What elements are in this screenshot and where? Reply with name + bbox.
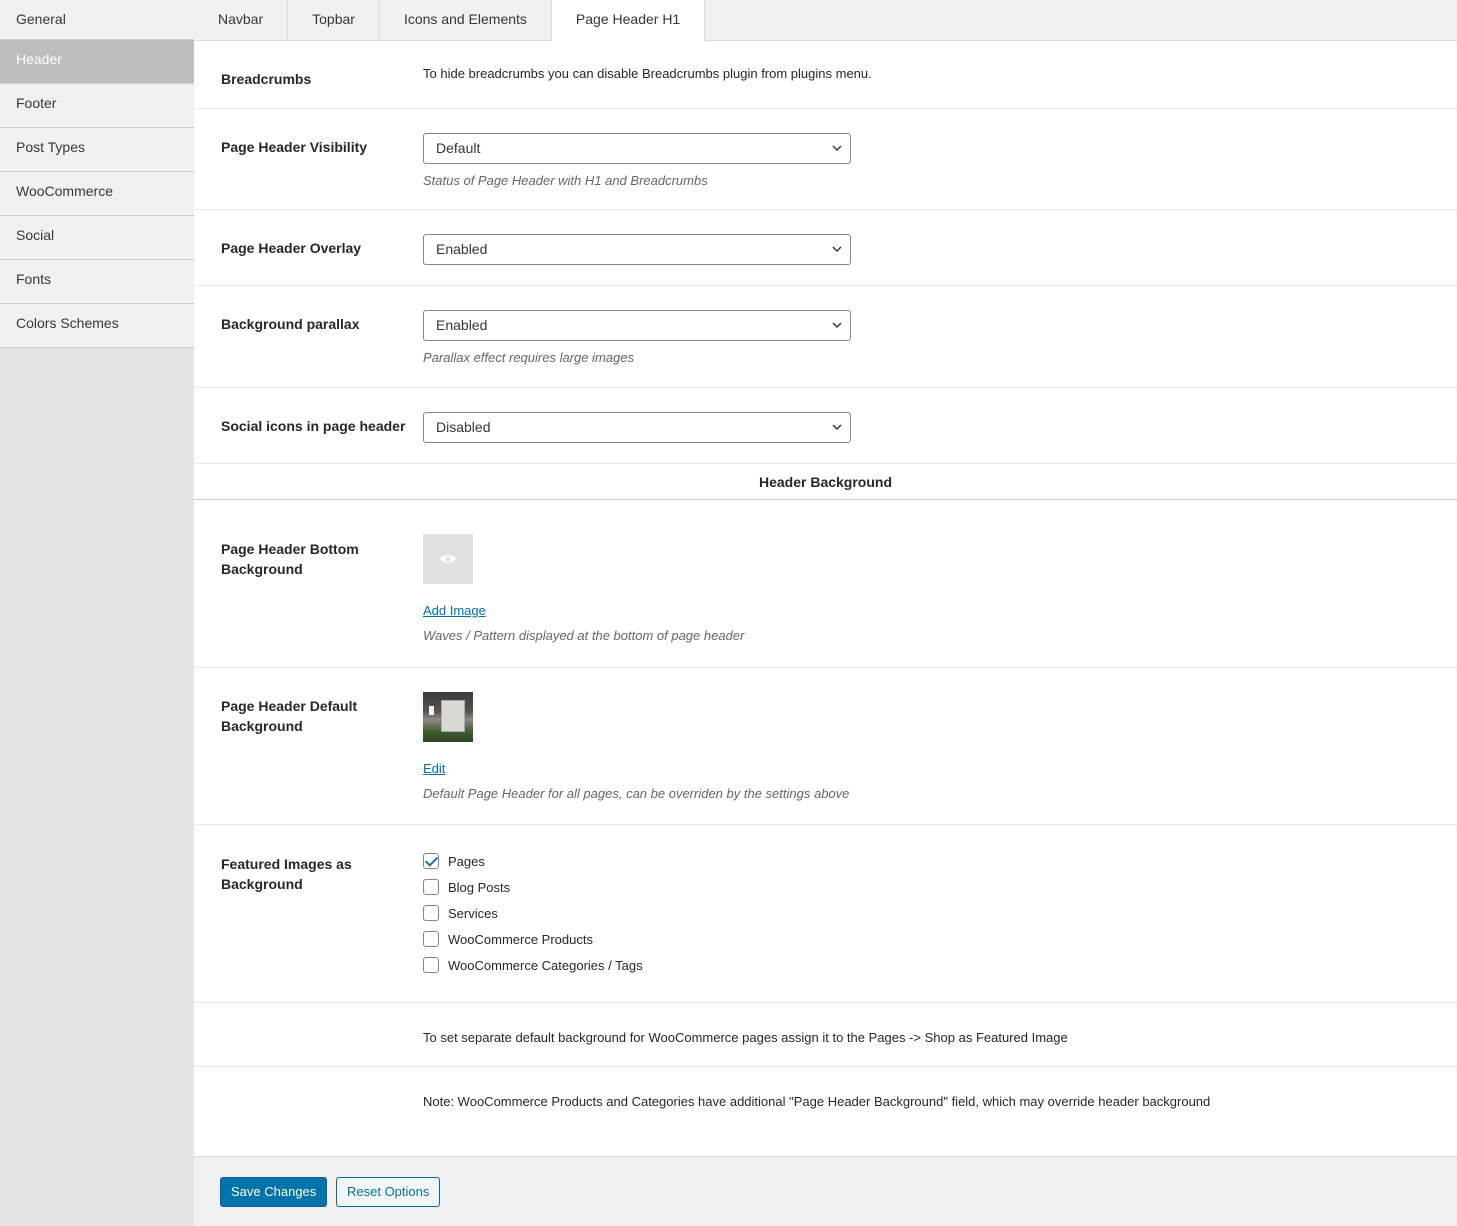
parallax-desc: Parallax effect requires large images [423,350,634,365]
checkbox-label: WooCommerce Categories / Tags [448,957,643,973]
overlay-select[interactable]: Enabled [423,234,851,265]
checkbox-woocommerce-categories[interactable]: WooCommerce Categories / Tags [423,952,643,978]
breadcrumbs-note: To hide breadcrumbs you can disable Brea… [423,66,872,81]
sidebar-item-colors-schemes[interactable]: Colors Schemes [0,304,194,348]
edit-image-link[interactable]: Edit [423,761,445,776]
social-select[interactable]: Disabled [423,412,851,443]
checkbox-blog-posts[interactable]: Blog Posts [423,874,643,900]
tab-icons-and-elements[interactable]: Icons and Elements [380,0,552,41]
bottom-bg-label-line2: Background [221,561,303,577]
checkbox-box[interactable] [423,879,439,895]
shop-note: To set separate default background for W… [423,1030,1068,1045]
checkbox-label: WooCommerce Products [448,931,593,947]
section-title-header-background: Header Background [194,464,1457,500]
default-bg-label: Page Header Default Background [221,696,401,736]
save-changes-button[interactable]: Save Changes [220,1177,328,1207]
sidebar-item-social[interactable]: Social [0,216,194,260]
tab-bar: Navbar Topbar Icons and Elements Page He… [194,0,1457,42]
visibility-select[interactable]: Default [423,133,851,164]
checkbox-box[interactable] [423,931,439,947]
sidebar-item-fonts[interactable]: Fonts [0,260,194,304]
social-select-value: Disabled [436,419,491,435]
overlay-label: Page Header Overlay [221,240,362,256]
footer-bar: Save Changes Reset Options [194,1156,1457,1226]
tab-topbar[interactable]: Topbar [288,0,380,41]
bottom-bg-placeholder[interactable] [423,534,473,584]
featured-label-line1: Featured Images as [221,856,352,872]
chevron-down-icon [832,424,842,431]
bottom-bg-label-line1: Page Header Bottom [221,541,359,557]
featured-label-line2: Background [221,876,303,892]
parallax-label: Background parallax [221,316,360,332]
overlay-select-value: Enabled [436,241,488,257]
sidebar-item-woocommerce[interactable]: WooCommerce [0,172,194,216]
parallax-select-value: Enabled [436,317,488,333]
sidebar-item-post-types[interactable]: Post Types [0,128,194,172]
tab-navbar[interactable]: Navbar [194,0,289,41]
sidebar-item-general[interactable]: General [0,0,194,40]
checkbox-services[interactable]: Services [423,900,643,926]
sidebar-item-footer[interactable]: Footer [0,84,194,128]
options-main: Navbar Topbar Icons and Elements Page He… [194,0,1457,1226]
eye-icon [440,555,456,563]
checkbox-woocommerce-products[interactable]: WooCommerce Products [423,926,643,952]
woo-note: Note: WooCommerce Products and Categorie… [423,1094,1211,1109]
add-image-link[interactable]: Add Image [423,603,486,618]
row-woo-note: Note: WooCommerce Products and Categorie… [194,1067,1457,1156]
checkbox-pages[interactable]: Pages [423,848,643,874]
checkbox-box[interactable] [423,905,439,921]
row-breadcrumbs: Breadcrumbs To hide breadcrumbs you can … [194,41,1457,109]
chevron-down-icon [832,246,842,253]
checkbox-box[interactable] [423,957,439,973]
thumbnail-door [441,700,465,732]
default-bg-label-line2: Background [221,718,303,734]
sidebar-item-header[interactable]: Header [0,40,194,84]
row-default-background: Page Header Default Background Edit Defa… [194,668,1457,825]
row-page-header-overlay: Page Header Overlay Enabled [194,210,1457,286]
row-social-icons: Social icons in page header Disabled [194,388,1457,464]
default-bg-thumbnail[interactable] [423,692,473,742]
visibility-desc: Status of Page Header with H1 and Breadc… [423,173,708,188]
checkbox-box[interactable] [423,853,439,869]
options-sidebar: General Header Footer Post Types WooComm… [0,0,194,1226]
checkbox-label: Pages [448,853,485,869]
default-bg-label-line1: Page Header Default [221,698,358,714]
visibility-label: Page Header Visibility [221,139,368,155]
row-shop-note: To set separate default background for W… [194,1003,1457,1067]
row-page-header-visibility: Page Header Visibility Default Status of… [194,109,1457,210]
row-bottom-background: Page Header Bottom Background Add Image … [194,500,1457,668]
row-background-parallax: Background parallax Enabled Parallax eff… [194,286,1457,388]
checkbox-label: Services [448,905,498,921]
default-bg-desc: Default Page Header for all pages, can b… [423,786,850,801]
chevron-down-icon [832,322,842,329]
thumbnail-light [429,706,434,715]
reset-options-button[interactable]: Reset Options [336,1177,441,1207]
tab-page-header-h1[interactable]: Page Header H1 [551,0,706,42]
breadcrumbs-label: Breadcrumbs [221,71,312,87]
row-featured-images: Featured Images as Background Pages Blog… [194,825,1457,1003]
parallax-select[interactable]: Enabled [423,310,851,341]
featured-label: Featured Images as Background [221,854,401,894]
chevron-down-icon [832,145,842,152]
social-label: Social icons in page header [221,418,406,434]
visibility-select-value: Default [436,140,481,156]
bottom-bg-desc: Waves / Pattern displayed at the bottom … [423,628,745,643]
bottom-bg-label: Page Header Bottom Background [221,539,401,579]
checkbox-label: Blog Posts [448,879,511,895]
